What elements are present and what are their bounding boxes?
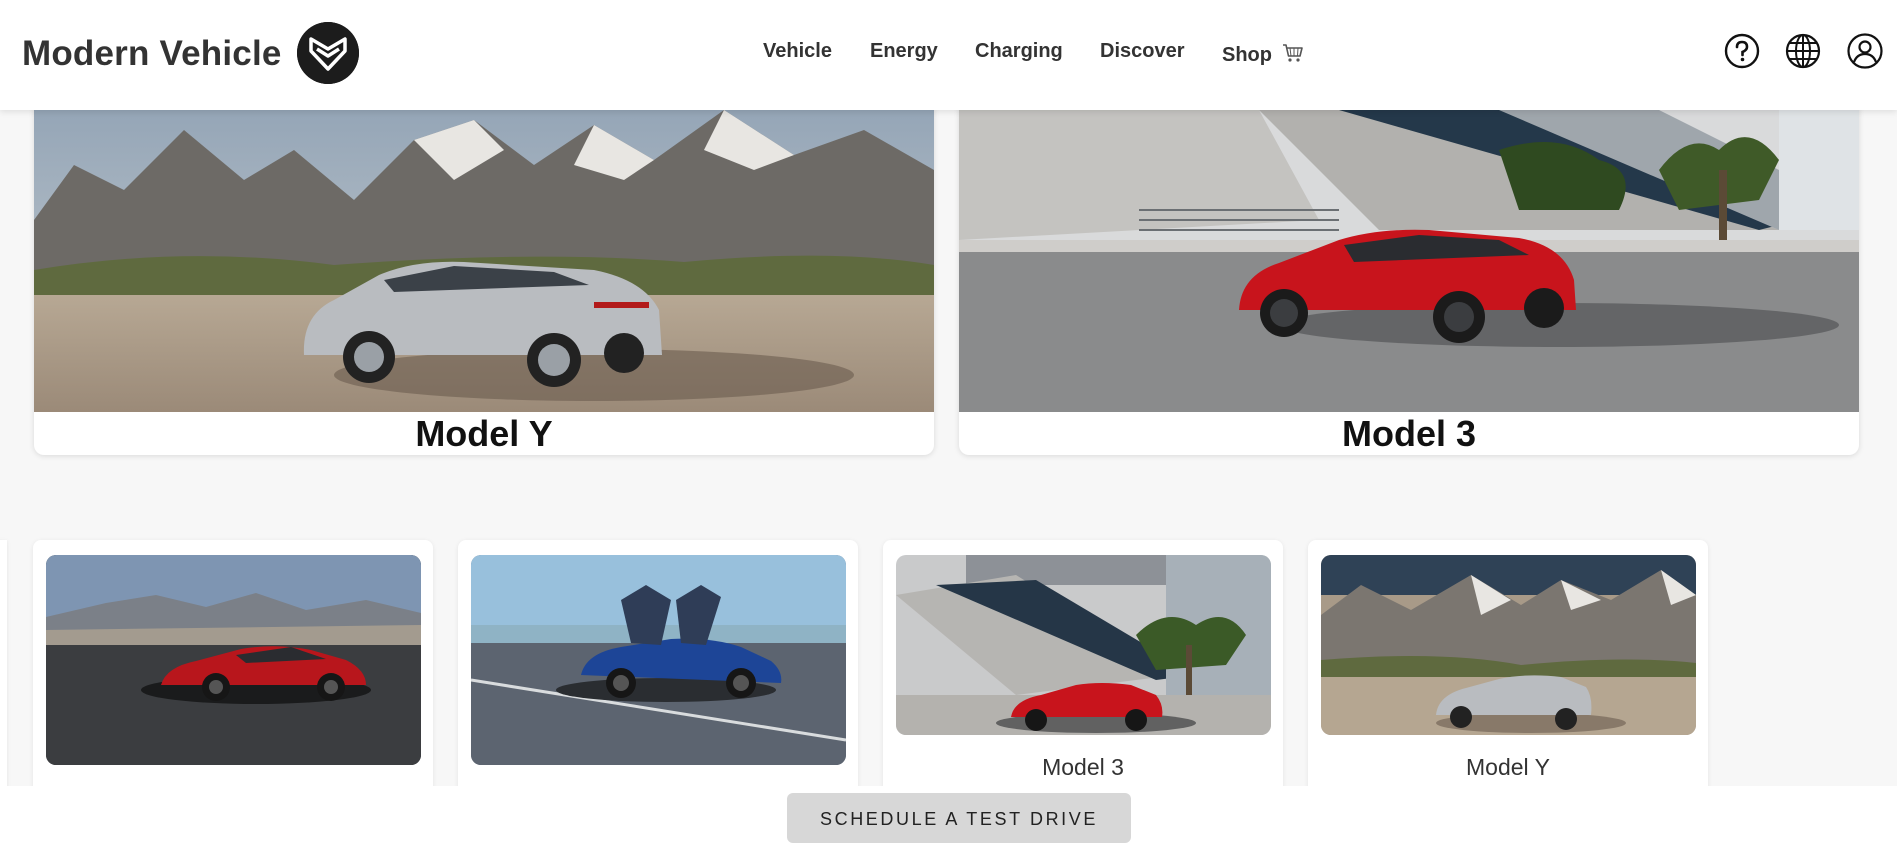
featured-image-model-3 — [959, 70, 1859, 412]
user-icon[interactable] — [1847, 33, 1883, 69]
carousel-partial-card[interactable] — [0, 540, 7, 800]
site-header: Modern Vehicle Vehicle Energy Charging D… — [0, 0, 1897, 110]
globe-icon[interactable] — [1785, 33, 1821, 69]
featured-card-model-y[interactable]: Model Y — [34, 70, 934, 455]
nav-shop[interactable]: Shop — [1222, 43, 1304, 69]
carousel-image-model-s — [46, 555, 421, 765]
carousel-card-model-x[interactable] — [458, 540, 858, 800]
featured-title-model-3: Model 3 — [1341, 413, 1476, 454]
carousel-label-model-3: Model 3 — [1042, 754, 1124, 780]
help-icon[interactable] — [1724, 33, 1760, 69]
nav-energy[interactable]: Energy — [870, 40, 938, 63]
vehicle-carousel[interactable]: Model 3 Model Y — [0, 540, 1897, 800]
featured-card-model-3[interactable]: Model 3 — [959, 70, 1859, 455]
nav-vehicle[interactable]: Vehicle — [763, 40, 832, 63]
nav-shop-label: Shop — [1222, 44, 1272, 66]
carousel-card-model-y[interactable]: Model Y — [1308, 540, 1708, 800]
nav-charging[interactable]: Charging — [975, 40, 1063, 63]
carousel-card-model-s[interactable] — [33, 540, 433, 800]
schedule-test-drive-button[interactable]: SCHEDULE A TEST DRIVE — [787, 793, 1131, 843]
carousel-card-model-3[interactable]: Model 3 — [883, 540, 1283, 800]
nav-discover[interactable]: Discover — [1100, 40, 1185, 63]
carousel-image-model-y — [1321, 555, 1696, 735]
brand-logo-icon[interactable] — [297, 22, 359, 84]
featured-image-model-y — [34, 70, 934, 412]
carousel-image-model-3 — [896, 555, 1271, 735]
featured-title-model-y: Model Y — [415, 413, 553, 454]
brand-name[interactable]: Modern Vehicle — [22, 34, 282, 74]
cart-icon — [1282, 43, 1304, 69]
carousel-label-model-y: Model Y — [1466, 754, 1550, 780]
carousel-image-model-x — [471, 555, 846, 765]
